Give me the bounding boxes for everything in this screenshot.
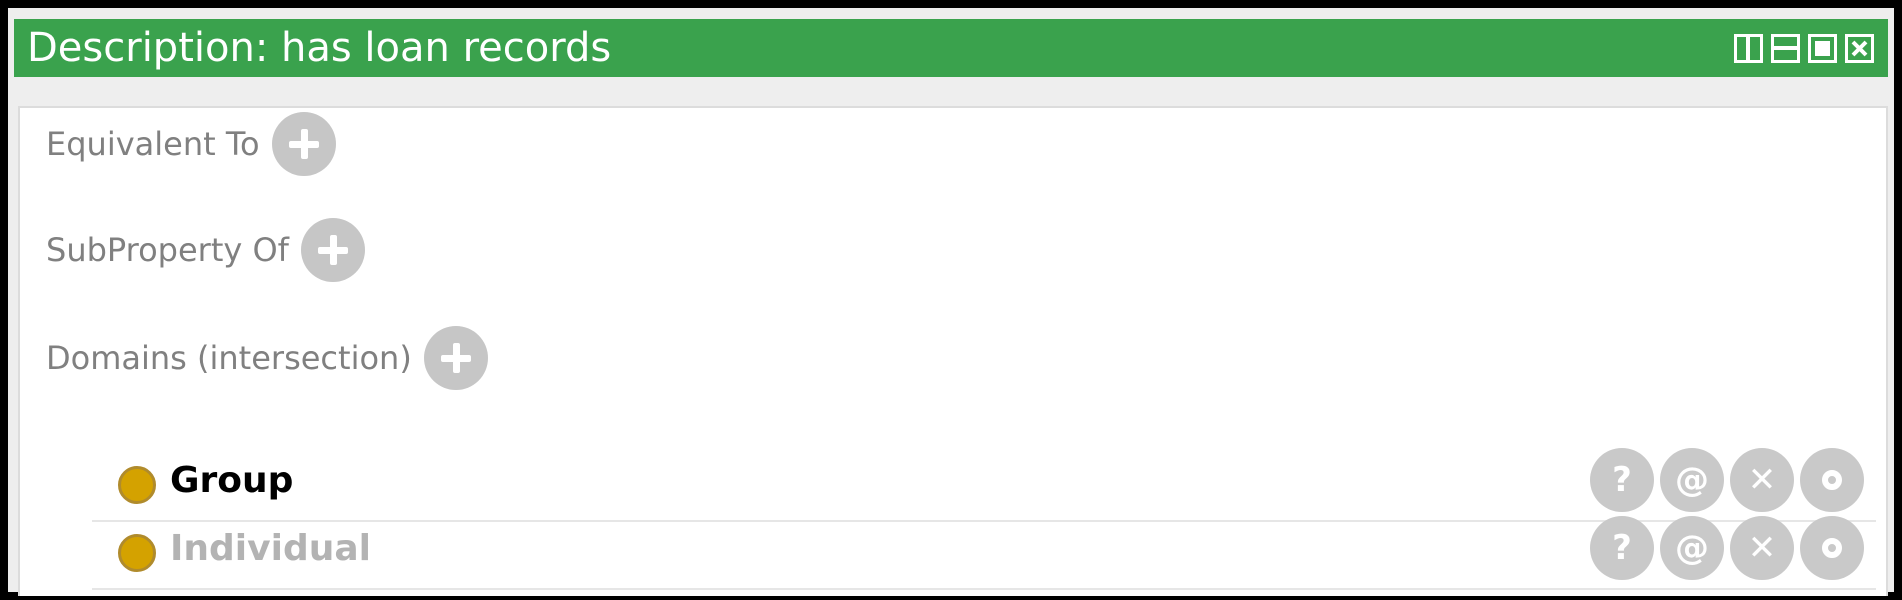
domain-label[interactable]: Group	[170, 458, 293, 504]
annotate-button[interactable]: @	[1660, 448, 1724, 512]
add-domain-button[interactable]	[423, 326, 488, 390]
subproperty-of-label: SubProperty Of	[46, 231, 289, 269]
window-title: Description: has loan records	[27, 25, 612, 71]
add-subproperty-button[interactable]	[300, 218, 365, 282]
delete-button[interactable]: ✕	[1730, 448, 1794, 512]
explain-button[interactable]: ?	[1590, 516, 1654, 580]
split-horizontal-icon[interactable]	[1771, 34, 1800, 63]
add-equivalent-button[interactable]	[271, 112, 336, 176]
description-window: Description: has loan records Equivalent…	[0, 0, 1902, 600]
explain-button[interactable]: ?	[1590, 448, 1654, 512]
edit-button[interactable]	[1800, 516, 1864, 580]
row-actions: ? @ ✕	[1590, 448, 1864, 512]
window-title-bar: Description: has loan records	[14, 19, 1888, 77]
subproperty-of-section: SubProperty Of	[46, 218, 365, 282]
domain-row-group[interactable]: Group ? @ ✕	[92, 448, 1876, 522]
class-icon	[118, 466, 156, 504]
row-actions: ? @ ✕	[1590, 516, 1864, 580]
domain-row-individual[interactable]: Individual ? @ ✕	[92, 516, 1876, 590]
domains-section: Domains (intersection)	[46, 326, 488, 390]
edit-ring-icon	[1822, 470, 1842, 490]
edit-ring-icon	[1822, 538, 1842, 558]
annotate-button[interactable]: @	[1660, 516, 1724, 580]
domains-label: Domains (intersection)	[46, 339, 412, 377]
window-controls	[1734, 34, 1874, 63]
description-panel: Equivalent To SubProperty Of Domains (in…	[18, 106, 1888, 596]
class-icon	[118, 534, 156, 572]
delete-button[interactable]: ✕	[1730, 516, 1794, 580]
equivalent-to-label: Equivalent To	[46, 125, 260, 163]
domain-label[interactable]: Individual	[170, 526, 371, 572]
close-icon[interactable]	[1845, 34, 1874, 63]
edit-button[interactable]	[1800, 448, 1864, 512]
maximize-icon[interactable]	[1808, 34, 1837, 63]
equivalent-to-section: Equivalent To	[46, 112, 336, 176]
split-vertical-icon[interactable]	[1734, 34, 1763, 63]
